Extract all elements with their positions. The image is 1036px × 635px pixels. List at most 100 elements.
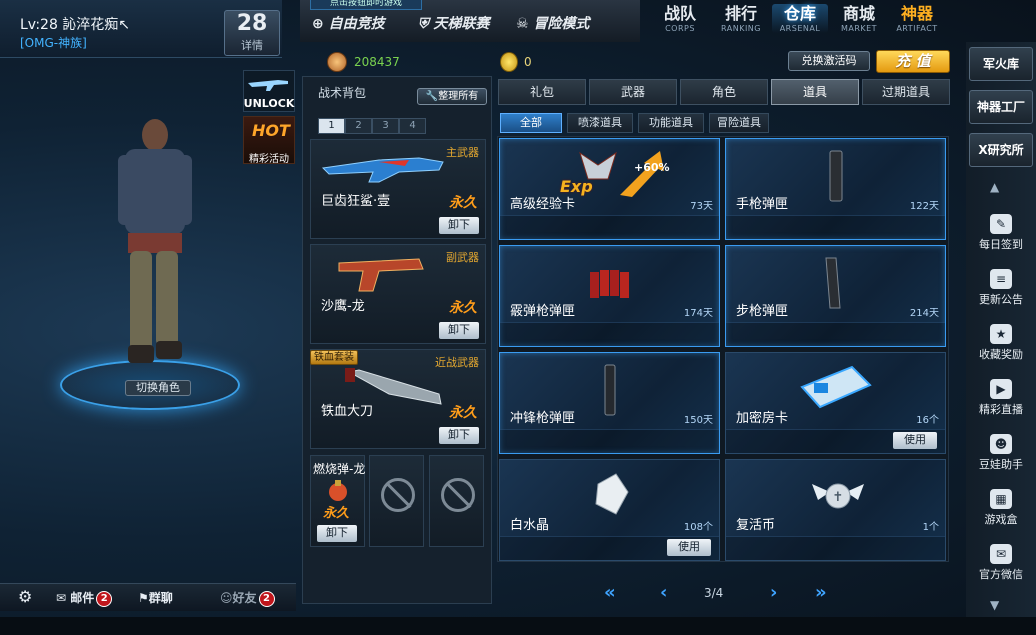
arsenal-shop-button[interactable]: 军火库 — [969, 47, 1033, 81]
organize-all-label: 整理所有 — [438, 91, 479, 102]
recharge-button[interactable]: 充 值 — [876, 50, 950, 73]
scroll-up-icon[interactable]: ▲ — [990, 180, 999, 194]
nav-arsenal-cn: 仓库 — [783, 4, 816, 23]
primary-weapon-slot[interactable]: 主武器 巨齿狂鲨·壹 永久 卸下 — [310, 139, 486, 239]
bottom-strip — [0, 617, 1036, 635]
item-name: 高级经验卡 — [510, 197, 576, 212]
empty-slot[interactable] — [429, 455, 484, 547]
nav-ranking[interactable]: 排行 RANKING — [713, 4, 769, 33]
sidebar-daily-checkin[interactable]: ✎ 每日签到 — [966, 214, 1036, 252]
tab-gift-pack[interactable]: 礼包 — [498, 79, 586, 105]
card-footer — [500, 429, 719, 453]
group-chat-label: 群聊 — [148, 591, 173, 605]
subtab-function[interactable]: 功能道具 — [638, 113, 704, 133]
page-indicator: 3/4 — [704, 586, 724, 600]
nav-corps-cn: 战队 — [663, 4, 696, 23]
grenade-name: 燃烧弹-龙 — [313, 462, 366, 476]
player-clan[interactable]: [OMG-神族] — [20, 34, 87, 51]
sidebar-update-notice[interactable]: ≡ 更新公告 — [966, 269, 1036, 307]
unlock-label: UNLOCK — [243, 97, 295, 110]
item-name: 加密房卡 — [736, 411, 789, 426]
slot-duration: 永久 — [449, 405, 477, 421]
nav-arsenal[interactable]: 仓库 ARSENAL — [772, 4, 828, 33]
crosshair-icon: ⊕ — [312, 16, 324, 32]
tab-characters[interactable]: 角色 — [680, 79, 768, 105]
rank-detail-label: 详情 — [241, 39, 263, 52]
adventure-button[interactable]: ☠ 冒险模式 — [516, 10, 589, 38]
mail-button[interactable]: ✉ 邮件 2 — [56, 589, 113, 607]
nav-market[interactable]: 商城 MARKET — [831, 4, 887, 33]
secondary-weapon-slot[interactable]: 副武器 沙鹰-龙 永久 卸下 — [310, 244, 486, 344]
item-card[interactable]: 白水晶 108个 使用 — [499, 459, 720, 561]
sidebar-live-stream[interactable]: ▶ 精彩直播 — [966, 379, 1036, 417]
unload-button[interactable]: 卸下 — [439, 427, 479, 444]
nav-corps[interactable]: 战队 CORPS — [652, 4, 708, 33]
item-name: 复活币 — [736, 518, 776, 533]
item-duration: 16个 — [916, 415, 939, 426]
revive-coin-image: ✝ — [812, 483, 864, 509]
notice-icon: ≡ — [990, 269, 1012, 289]
sidebar-wechat[interactable]: ✉ 官方微信 — [966, 544, 1036, 582]
use-button[interactable]: 使用 — [893, 432, 937, 449]
item-card[interactable]: 步枪弹匣 214天 — [725, 245, 946, 347]
last-page-button[interactable]: » — [815, 582, 827, 603]
backpack-page-2[interactable]: 2 — [345, 118, 372, 134]
ladder-button[interactable]: ⛨ 天梯联赛 — [418, 10, 489, 38]
slot-duration: 永久 — [449, 300, 477, 316]
shotgun-shells-image — [590, 270, 629, 298]
free-match-button[interactable]: ⊕ 自由竞技 — [312, 10, 385, 38]
tab-weapons[interactable]: 武器 — [589, 79, 677, 105]
tab-expired-items[interactable]: 过期道具 — [862, 79, 950, 105]
gear-icon[interactable]: ⚙ — [18, 587, 32, 606]
subtab-spray[interactable]: 喷漆道具 — [567, 113, 633, 133]
sidebar-assistant[interactable]: ☻ 豆娃助手 — [966, 434, 1036, 472]
pistol-magazine-image — [829, 150, 843, 202]
first-page-button[interactable]: « — [604, 582, 616, 603]
empty-slot[interactable] — [369, 455, 424, 547]
item-duration: 1个 — [922, 522, 939, 533]
scroll-down-icon[interactable]: ▼ — [990, 598, 999, 612]
next-page-button[interactable]: › — [770, 582, 777, 603]
sidebar-favorite-reward[interactable]: ★ 收藏奖励 — [966, 324, 1036, 362]
item-card[interactable]: 手枪弹匣 122天 — [725, 138, 946, 240]
unload-button[interactable]: 卸下 — [439, 322, 479, 339]
item-card[interactable]: Exp +60% 高级经验卡 73天 — [499, 138, 720, 240]
x-lab-button[interactable]: X研究所 — [969, 133, 1033, 167]
nav-arsenal-en: ARSENAL — [779, 24, 821, 33]
group-chat-button[interactable]: ⚑群聊 — [138, 589, 173, 606]
backpack-page-1[interactable]: 1 — [318, 118, 345, 134]
hot-events-label: 精彩活动 — [249, 154, 289, 165]
slot-weapon-name: 沙鹰-龙 — [321, 299, 365, 314]
unload-button[interactable]: 卸下 — [317, 525, 357, 542]
unload-button[interactable]: 卸下 — [439, 217, 479, 234]
white-crystal-image — [595, 473, 629, 515]
item-name: 步枪弹匣 — [736, 304, 789, 319]
grenade-slot[interactable]: 燃烧弹-龙 永久 卸下 — [310, 455, 365, 547]
item-card[interactable]: 冲锋枪弹匣 150天 — [499, 352, 720, 454]
artifact-factory-button[interactable]: 神器工厂 — [969, 90, 1033, 124]
item-card[interactable]: 加密房卡 16个 使用 — [725, 352, 946, 454]
item-card[interactable]: 霰弹枪弹匣 174天 — [499, 245, 720, 347]
rank-badge[interactable]: 28 详情 — [224, 10, 280, 56]
iron-blood-set-tag: 铁血套装 — [310, 350, 358, 365]
rifle-magazine-image — [825, 257, 841, 309]
use-button[interactable]: 使用 — [667, 539, 711, 556]
sidebar-label: 精彩直播 — [979, 403, 1023, 416]
switch-role-button[interactable]: 切换角色 — [125, 380, 191, 396]
organize-all-button[interactable]: 🔧整理所有 — [417, 88, 487, 105]
subtab-adventure[interactable]: 冒险道具 — [709, 113, 769, 133]
item-card[interactable]: ✝ 复活币 1个 — [725, 459, 946, 561]
sidebar-label: 更新公告 — [979, 293, 1023, 306]
svg-text:✝: ✝ — [833, 490, 844, 505]
tab-items[interactable]: 道具 — [771, 79, 859, 105]
friends-button[interactable]: ☺好友 2 — [220, 589, 275, 607]
backpack-page-3[interactable]: 3 — [372, 118, 399, 134]
subtab-all[interactable]: 全部 — [500, 113, 562, 133]
nav-artifact[interactable]: 神器 ARTIFACT — [889, 4, 945, 33]
nav-market-en: MARKET — [840, 24, 878, 33]
mail-count-badge: 2 — [96, 590, 113, 607]
redeem-code-button[interactable]: 兑换激活码 — [788, 51, 870, 71]
sidebar-game-box[interactable]: ▦ 游戏盒 — [966, 489, 1036, 527]
backpack-page-4[interactable]: 4 — [399, 118, 426, 134]
prev-page-button[interactable]: ‹ — [660, 582, 667, 603]
